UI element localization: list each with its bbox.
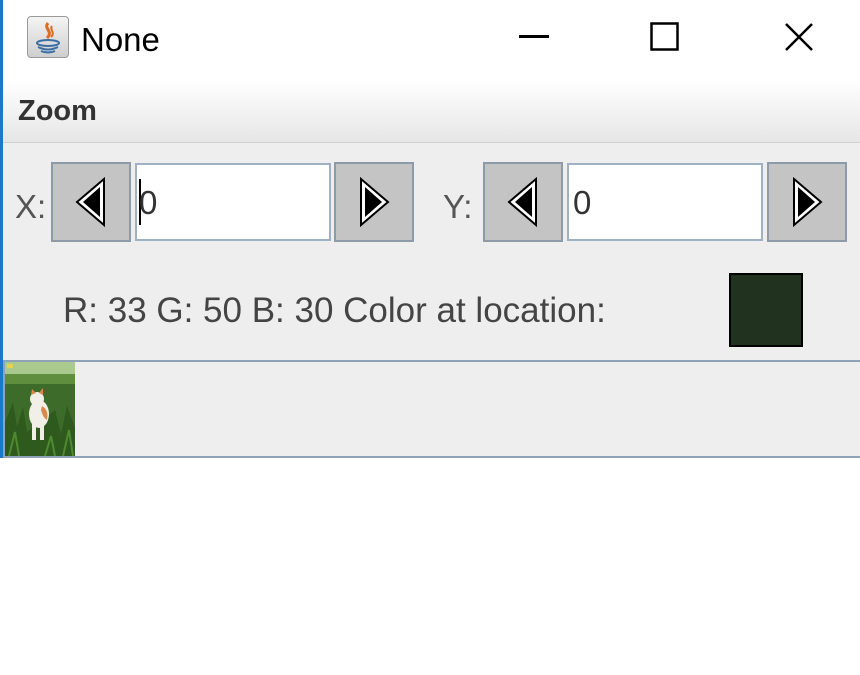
color-swatch	[729, 273, 803, 347]
right-arrow-icon	[793, 177, 823, 227]
window-title: None	[81, 21, 160, 58]
java-app-icon	[27, 16, 69, 58]
menu-zoom[interactable]: Zoom	[18, 94, 97, 128]
title-bar[interactable]: None	[3, 0, 860, 80]
close-button[interactable]	[769, 12, 829, 62]
maximize-icon	[650, 22, 679, 51]
x-label: X:	[15, 188, 47, 225]
x-input[interactable]: 0	[135, 163, 331, 241]
left-arrow-icon	[75, 177, 105, 227]
app-window: None Zoom X: 0 Y: 0 R: 33 G: 50 B: 30 Co…	[0, 0, 860, 458]
left-arrow-icon	[507, 177, 537, 227]
image-strip	[3, 360, 860, 458]
content-panel: X: 0 Y: 0 R: 33 G: 50 B: 30 Color at loc…	[3, 143, 860, 458]
right-arrow-icon	[360, 177, 390, 227]
y-increment-button[interactable]	[767, 162, 847, 242]
x-value: 0	[139, 184, 158, 221]
x-decrement-button[interactable]	[51, 162, 131, 242]
y-value: 0	[573, 184, 592, 221]
menu-bar: Zoom	[3, 80, 860, 143]
minimize-button[interactable]	[505, 12, 565, 62]
cat-photo-thumbnail[interactable]	[5, 362, 75, 456]
maximize-button[interactable]	[635, 12, 695, 62]
y-label: Y:	[443, 188, 473, 225]
y-input[interactable]: 0	[567, 163, 763, 241]
y-decrement-button[interactable]	[483, 162, 563, 242]
color-info-text: R: 33 G: 50 B: 30 Color at location:	[63, 291, 606, 330]
x-increment-button[interactable]	[334, 162, 414, 242]
close-icon	[785, 23, 813, 51]
minimize-icon	[519, 35, 549, 38]
